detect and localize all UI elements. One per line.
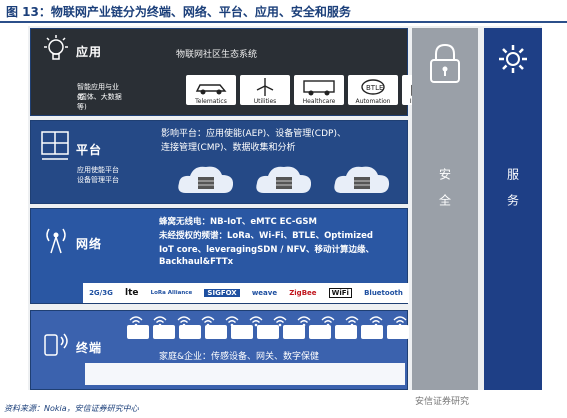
tech-logo-strip: 2G/3G lte LoRa Alliance SIGFOX weave Zig… <box>83 283 409 303</box>
cloud-server-icon <box>256 166 312 193</box>
healthcare-label: Healthcare <box>302 98 336 105</box>
tech-lte: lte <box>124 288 139 298</box>
device-tile <box>179 325 201 339</box>
healthcare-card: Healthcare <box>294 75 344 105</box>
service-label: 服务 <box>505 168 520 220</box>
network-line-1: 蜂窝无线电：NB-IoT、eMTC EC-GSM <box>159 217 317 227</box>
device-tile <box>153 325 175 339</box>
title-rule <box>0 21 567 23</box>
service-pillar: 服务 <box>484 28 542 390</box>
application-name: 应用 <box>76 45 103 59</box>
application-head: 应用 智能应用与业务 (国体、大数据等) <box>31 29 123 115</box>
cloud-group <box>176 161 392 197</box>
bluetooth-tag-icon: BTLE <box>361 79 385 95</box>
tech-2g3g: 2G/3G <box>89 289 113 297</box>
application-layer: 应用 智能应用与业务 (国体、大数据等) 物联网社区生态系统 Telematic… <box>30 28 446 116</box>
tech-bluetooth: Bluetooth <box>364 289 403 297</box>
device-tile <box>127 325 149 339</box>
tech-wifi: WiFi <box>328 288 352 298</box>
device-tile <box>205 325 227 339</box>
application-header: 物联网社区生态系统 <box>176 50 258 60</box>
tech-lora: LoRa Alliance <box>150 290 193 296</box>
platform-sub-2: 设备管理平台 <box>77 176 119 184</box>
network-line-3: IoT core、leveragingSDN / NFV、移动计算边缘、 <box>159 245 374 255</box>
network-line-2: 未经授权的频谱：LoRa、Wi-Fi、BTLE、Optimized <box>159 231 373 241</box>
device-row <box>127 325 409 339</box>
source-note: 资料来源：Nokia，安信证券研究中心 <box>4 404 139 413</box>
device-tile <box>231 325 253 339</box>
tech-sigfox: SIGFOX <box>204 289 240 297</box>
network-layer: 网络 蜂窝无线电：NB-IoT、eMTC EC-GSM 未经授权的频谱：LoRa… <box>30 208 409 304</box>
platform-head: 平台 应用使能平台 设备管理平台 <box>31 121 123 203</box>
platform-sub-1: 应用使能平台 <box>77 166 119 174</box>
network-line-4: Backhaul&FTTx <box>159 257 234 267</box>
wind-turbine-icon <box>256 78 274 96</box>
device-scene <box>85 363 405 385</box>
figure-title-bar: 图 13：物联网产业链分为终端、网络、平台、应用、安全和服务 <box>0 0 567 23</box>
terminal-layer: 终端 家庭&企业：传感设备、网关、数字保健 <box>30 310 409 390</box>
svg-text:BTLE: BTLE <box>366 84 383 92</box>
antenna-icon <box>46 228 66 254</box>
device-tile <box>283 325 305 339</box>
figure-title: 图 13：物联网产业链分为终端、网络、平台、应用、安全和服务 <box>6 5 351 19</box>
device-tile <box>309 325 331 339</box>
network-name: 网络 <box>76 237 103 251</box>
device-tile <box>257 325 279 339</box>
platform-line-1: 影响平台：应用使能(AEP)、设备管理(CDP)、 <box>161 129 346 139</box>
grid-icon <box>41 131 69 160</box>
telematics-card: Telematics <box>186 75 236 105</box>
application-sub-2: (国体、大数据等) <box>77 93 122 111</box>
device-tile <box>361 325 383 339</box>
terminal-name: 终端 <box>76 341 103 355</box>
lock-icon <box>430 43 460 83</box>
phone-signal-icon <box>44 333 68 356</box>
utilities-label: Utilities <box>253 98 277 105</box>
telematics-label: Telematics <box>195 98 227 105</box>
platform-layer: 平台 应用使能平台 设备管理平台 影响平台：应用使能(AEP)、设备管理(CDP… <box>30 120 408 204</box>
watermark: 安信证券研究 <box>415 397 470 407</box>
platform-line-2: 连接管理(CMP)、数据收集和分析 <box>161 143 296 153</box>
tech-weave: weave <box>251 289 278 297</box>
device-tile <box>335 325 357 339</box>
utilities-card: Utilities <box>240 75 290 105</box>
gear-icon <box>499 45 527 73</box>
cloud-server-icon <box>334 166 390 193</box>
security-pillar: 安全 <box>412 28 478 390</box>
ambulance-icon <box>303 80 335 96</box>
device-tile <box>387 325 409 339</box>
automation-card: BTLE Automation <box>348 75 398 105</box>
platform-name: 平台 <box>76 143 103 157</box>
car-icon <box>195 84 227 95</box>
security-label: 安全 <box>437 168 452 220</box>
application-cards: Telematics Utilities Healthcare BTLE Aut… <box>186 75 446 105</box>
terminal-line-1: 家庭&企业：传感设备、网关、数字保健 <box>159 352 320 362</box>
cloud-server-icon <box>178 166 234 193</box>
lightbulb-icon <box>44 35 68 60</box>
tech-zigbee: ZigBee <box>289 289 317 297</box>
automation-label: Automation <box>355 98 391 105</box>
